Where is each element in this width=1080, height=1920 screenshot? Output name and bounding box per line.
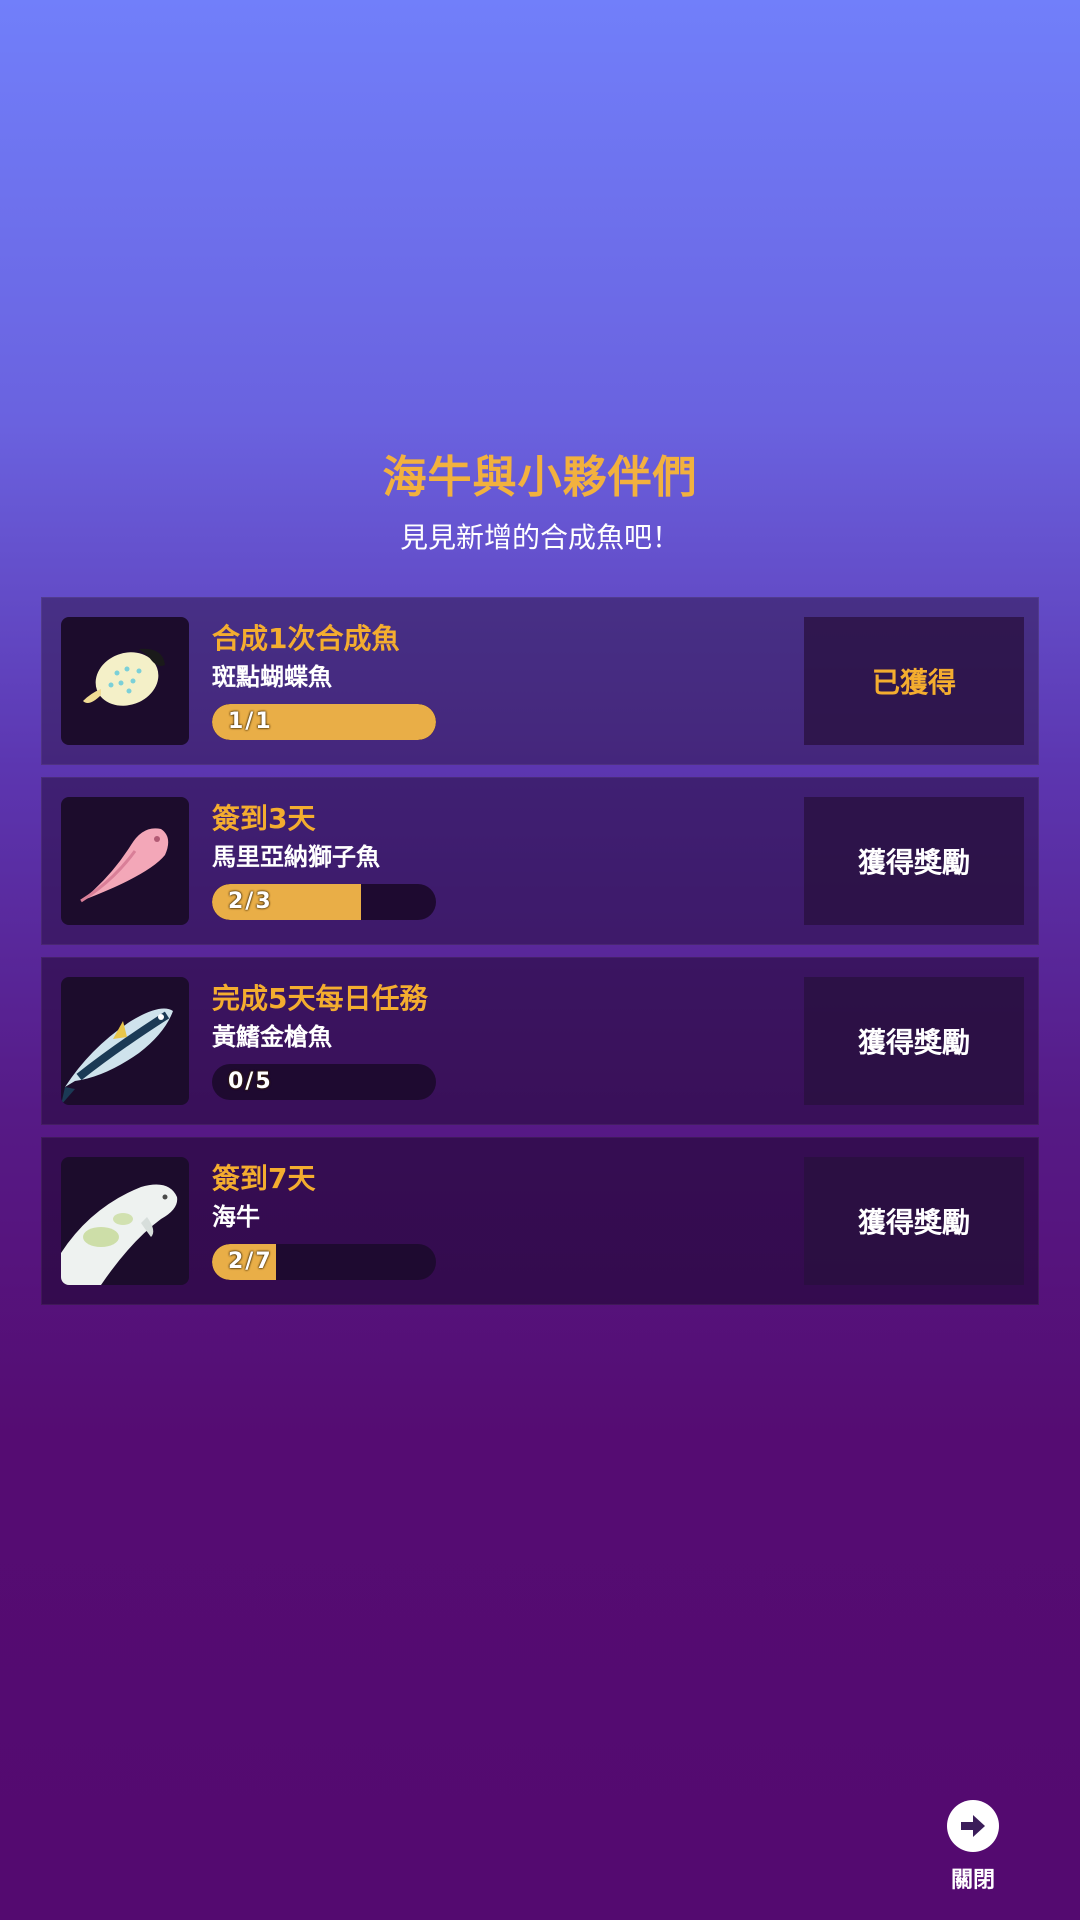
progress-bar: 1/1 — [212, 704, 436, 740]
task-title: 完成5天每日任務 — [212, 982, 428, 1015]
claim-reward-button[interactable]: 獲得獎勵 — [804, 977, 1024, 1105]
close-button[interactable]: 關閉 — [940, 1800, 1006, 1894]
task-info: 簽到3天 馬里亞納獅子魚 2/3 — [212, 800, 662, 920]
claim-reward-button[interactable]: 獲得獎勵 — [804, 797, 1024, 925]
mariana-snailfish-icon — [61, 797, 189, 925]
yellowfin-tuna-icon — [61, 977, 189, 1105]
progress-label: 2/3 — [228, 889, 273, 914]
spotted-butterflyfish-icon — [61, 617, 189, 745]
progress-bar: 0/5 — [212, 1064, 436, 1100]
header: 海牛與小夥伴們 見見新增的合成魚吧！ — [0, 448, 1080, 558]
progress-label: 1/1 — [228, 709, 273, 734]
arrow-right-icon[interactable] — [947, 1800, 999, 1852]
task-card: 簽到7天 海牛 2/7 獲得獎勵 — [41, 1137, 1039, 1305]
task-card: 合成1次合成魚 斑點蝴蝶魚 1/1 已獲得 — [41, 597, 1039, 765]
claim-reward-button[interactable]: 獲得獎勵 — [804, 1157, 1024, 1285]
task-info: 簽到7天 海牛 2/7 — [212, 1160, 662, 1280]
close-label: 關閉 — [950, 1868, 995, 1893]
task-list: 合成1次合成魚 斑點蝴蝶魚 1/1 已獲得 簽到3天 馬里亞納獅子魚 2/3 獲… — [41, 597, 1039, 1317]
progress-label: 0/5 — [228, 1069, 273, 1094]
page-title: 海牛與小夥伴們 — [382, 452, 698, 503]
fish-name: 馬里亞納獅子魚 — [212, 843, 380, 871]
claimed-button[interactable]: 已獲得 — [804, 617, 1024, 745]
fish-name: 黃鰭金槍魚 — [212, 1023, 332, 1051]
page-subtitle: 見見新增的合成魚吧！ — [399, 521, 680, 554]
progress-bar: 2/3 — [212, 884, 436, 920]
progress-bar: 2/7 — [212, 1244, 436, 1280]
task-info: 合成1次合成魚 斑點蝴蝶魚 1/1 — [212, 620, 662, 740]
task-info: 完成5天每日任務 黃鰭金槍魚 0/5 — [212, 980, 662, 1100]
task-title: 合成1次合成魚 — [212, 622, 400, 655]
progress-label: 2/7 — [228, 1249, 273, 1274]
task-card: 簽到3天 馬里亞納獅子魚 2/3 獲得獎勵 — [41, 777, 1039, 945]
task-card: 完成5天每日任務 黃鰭金槍魚 0/5 獲得獎勵 — [41, 957, 1039, 1125]
manatee-icon — [61, 1157, 189, 1285]
fish-name: 海牛 — [212, 1203, 260, 1231]
task-title: 簽到7天 — [212, 1162, 316, 1195]
task-title: 簽到3天 — [212, 802, 316, 835]
fish-name: 斑點蝴蝶魚 — [212, 663, 332, 691]
